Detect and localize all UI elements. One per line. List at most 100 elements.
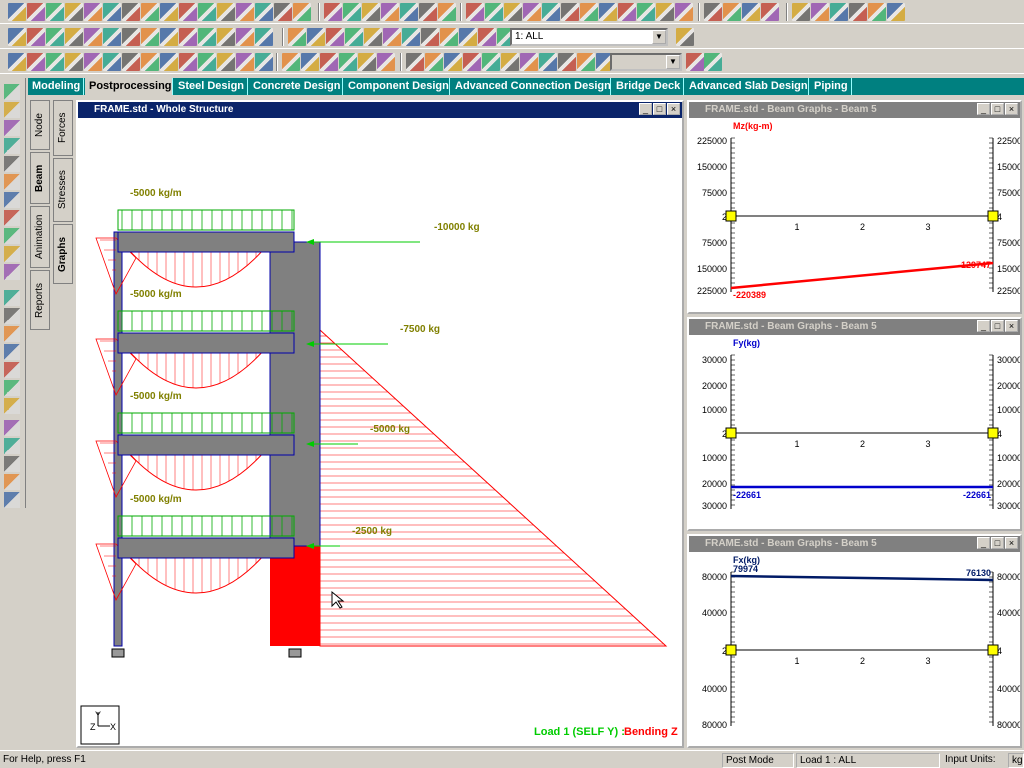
minimize-button[interactable]: _	[977, 537, 990, 549]
toolbar-tool-icon[interactable]	[830, 3, 848, 21]
tab-advanced-connection-design[interactable]: Advanced Connection Design	[451, 78, 611, 95]
toolbar-tool-icon[interactable]	[523, 3, 541, 21]
toolbar-tool-icon[interactable]	[343, 3, 361, 21]
toolbar-tool-icon[interactable]	[425, 53, 443, 71]
toolbar-tool-icon[interactable]	[339, 53, 357, 71]
toolbar-tool-icon[interactable]	[466, 3, 484, 21]
toolbar-tool-icon[interactable]	[293, 3, 311, 21]
load-case-combo[interactable]: 1: ALL ▼	[510, 28, 668, 46]
toolbar-tool-icon[interactable]	[27, 53, 45, 71]
toolbar-tool-icon[interactable]	[704, 53, 722, 71]
toolbar-tool-icon[interactable]	[849, 3, 867, 21]
toolbar-tool-icon[interactable]	[561, 3, 579, 21]
chevron-down-icon[interactable]: ▼	[652, 30, 666, 44]
tool-icon[interactable]	[4, 192, 20, 208]
maximize-button[interactable]: □	[991, 320, 1004, 332]
toolbar-tool-icon[interactable]	[345, 28, 363, 46]
toolbar-tool-icon[interactable]	[141, 28, 159, 46]
tool-icon[interactable]	[4, 380, 20, 396]
toolbar-tool-icon[interactable]	[742, 3, 760, 21]
toolbar-tool-icon[interactable]	[637, 3, 655, 21]
tool-icon[interactable]	[4, 326, 20, 342]
side-tab-node[interactable]: Node	[30, 100, 50, 150]
graph-window-title[interactable]: FRAME.std - Beam Graphs - Beam 5	[689, 536, 1020, 552]
minimize-button[interactable]: _	[977, 103, 990, 115]
toolbar-tool-icon[interactable]	[520, 53, 538, 71]
toolbar-tool-icon[interactable]	[326, 28, 344, 46]
toolbar-tool-icon[interactable]	[358, 53, 376, 71]
toolbar-tool-icon[interactable]	[419, 3, 437, 21]
close-button[interactable]: ×	[667, 103, 680, 115]
toolbar-tool-icon[interactable]	[236, 53, 254, 71]
toolbar-tool-icon[interactable]	[255, 28, 273, 46]
toolbar-tool-icon[interactable]	[198, 28, 216, 46]
toolbar-tool-icon[interactable]	[27, 3, 45, 21]
toolbar-tool-icon[interactable]	[444, 53, 462, 71]
toolbar-tool-icon[interactable]	[459, 28, 477, 46]
tool-icon[interactable]	[4, 138, 20, 154]
side-tab-forces[interactable]: Forces	[53, 100, 73, 156]
tool-icon[interactable]	[4, 84, 20, 100]
tool-icon[interactable]	[4, 120, 20, 136]
tool-icon[interactable]	[4, 308, 20, 324]
toolbar-tool-icon[interactable]	[65, 53, 83, 71]
tool-icon[interactable]	[4, 456, 20, 472]
maximize-button[interactable]: □	[991, 103, 1004, 115]
toolbar-tool-icon[interactable]	[141, 3, 159, 21]
toolbar-tool-icon[interactable]	[421, 28, 439, 46]
toolbar-tool-icon[interactable]	[676, 28, 694, 46]
tool-icon[interactable]	[4, 264, 20, 280]
toolbar-tool-icon[interactable]	[868, 3, 886, 21]
toolbar-tool-icon[interactable]	[558, 53, 576, 71]
tab-bridge-deck[interactable]: Bridge Deck	[612, 78, 684, 95]
toolbar-tool-icon[interactable]	[198, 3, 216, 21]
toolbar-tool-icon[interactable]	[478, 28, 496, 46]
side-tab-stresses[interactable]: Stresses	[53, 158, 73, 222]
graph-window-title[interactable]: FRAME.std - Beam Graphs - Beam 5	[689, 102, 1020, 118]
toolbar-tool-icon[interactable]	[288, 28, 306, 46]
toolbar-tool-icon[interactable]	[217, 28, 235, 46]
toolbar-tool-icon[interactable]	[501, 53, 519, 71]
toolbar-tool-icon[interactable]	[65, 3, 83, 21]
tab-piping[interactable]: Piping	[810, 78, 852, 95]
toolbar-tool-icon[interactable]	[686, 53, 704, 71]
tool-icon[interactable]	[4, 228, 20, 244]
toolbar-tool-icon[interactable]	[792, 3, 810, 21]
tab-concrete-design[interactable]: Concrete Design	[249, 78, 343, 95]
graph-window-mz[interactable]: FRAME.std - Beam Graphs - Beam 5 _ □ × 225…	[687, 100, 1022, 314]
tool-icon[interactable]	[4, 438, 20, 454]
toolbar-tool-icon[interactable]	[406, 53, 424, 71]
toolbar-tool-icon[interactable]	[160, 28, 178, 46]
toolbar-tool-icon[interactable]	[485, 3, 503, 21]
toolbar-tool-icon[interactable]	[618, 3, 636, 21]
toolbar-tool-icon[interactable]	[400, 3, 418, 21]
toolbar-tool-icon[interactable]	[580, 3, 598, 21]
toolbar-tool-icon[interactable]	[656, 3, 674, 21]
close-button[interactable]: ×	[1005, 320, 1018, 332]
toolbar-tool-icon[interactable]	[542, 3, 560, 21]
toolbar-tool-icon[interactable]	[8, 3, 26, 21]
toolbar-tool-icon[interactable]	[383, 28, 401, 46]
tool-icon[interactable]	[4, 420, 20, 436]
toolbar-tool-icon[interactable]	[438, 3, 456, 21]
graph-window-title[interactable]: FRAME.std - Beam Graphs - Beam 5	[689, 319, 1020, 335]
toolbar-tool-icon[interactable]	[236, 3, 254, 21]
toolbar-tool-icon[interactable]	[198, 53, 216, 71]
toolbar-tool-icon[interactable]	[723, 3, 741, 21]
close-button[interactable]: ×	[1005, 537, 1018, 549]
toolbar-tool-icon[interactable]	[160, 3, 178, 21]
toolbar-tool-icon[interactable]	[320, 53, 338, 71]
toolbar-tool-icon[interactable]	[84, 3, 102, 21]
toolbar-tool-icon[interactable]	[103, 3, 121, 21]
toolbar-tool-icon[interactable]	[599, 3, 617, 21]
toolbar-tool-icon[interactable]	[307, 28, 325, 46]
toolbar-tool-icon[interactable]	[463, 53, 481, 71]
side-tab-reports[interactable]: Reports	[30, 270, 50, 330]
toolbar-tool-icon[interactable]	[122, 3, 140, 21]
tool-icon[interactable]	[4, 156, 20, 172]
graph-window-fy[interactable]: FRAME.std - Beam Graphs - Beam 5 _ □ × 300…	[687, 317, 1022, 531]
tool-icon[interactable]	[4, 398, 20, 414]
toolbar-tool-icon[interactable]	[440, 28, 458, 46]
minimize-button[interactable]: _	[639, 103, 652, 115]
toolbar-tool-icon[interactable]	[65, 28, 83, 46]
